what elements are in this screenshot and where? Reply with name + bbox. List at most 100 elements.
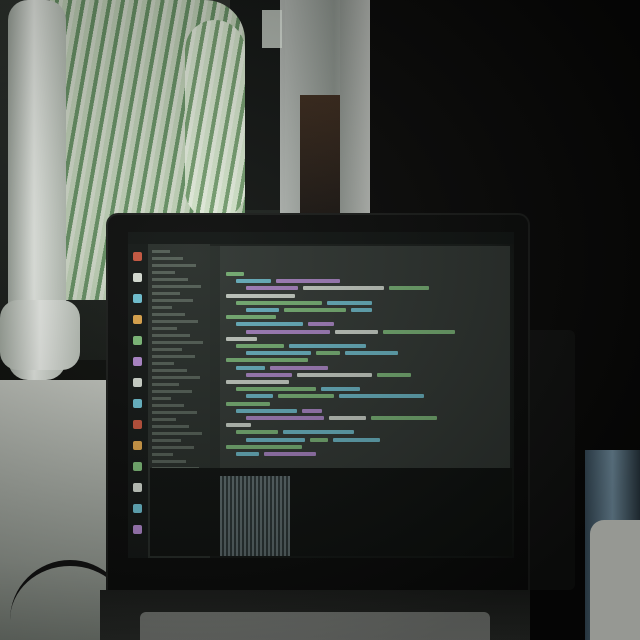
sidebar-entry [152,390,192,393]
code-token [264,452,316,456]
sidebar-entry [152,362,174,365]
sidebar-entry [152,432,202,435]
code-token [226,293,295,298]
code-token [270,365,328,370]
sidebar-entry [152,369,187,372]
code-token [236,452,259,456]
app-launcher [128,244,148,558]
line-gutter [210,246,220,468]
sidebar-entry [152,285,201,288]
code-token [302,408,322,413]
code-token [246,329,330,334]
code-token [327,300,372,305]
code-token [246,437,305,442]
code-token [226,380,289,384]
code-token [389,286,429,291]
code-token [226,315,276,320]
code-token [339,394,424,399]
code-token [236,430,278,435]
launcher-icon [133,483,142,492]
code-token [316,351,340,356]
sidebar-entry [152,292,180,295]
code-token [246,308,279,312]
code-token [236,365,265,370]
launcher-icon [133,273,142,282]
code-token [236,344,284,348]
code-token [246,416,324,420]
screen-topbar [128,232,514,244]
terminal-panel [150,468,512,556]
sidebar-entry [152,299,193,302]
sidebar-entry [152,320,198,323]
sidebar-entry [152,306,172,309]
code-token [321,387,360,392]
sidebar-entry [152,334,190,337]
launcher-icon [133,357,142,366]
code-token [226,401,270,406]
person-arm [185,20,245,220]
code-token [236,322,303,327]
sidebar-entry [152,271,175,274]
code-token [335,329,378,334]
sidebar-entry [152,411,197,414]
launcher-icon [133,336,142,345]
code-editor [210,246,510,468]
sidebar-entry [152,446,194,449]
sidebar-entry [152,397,171,400]
sidebar-entry [152,341,203,344]
code-token [351,308,372,312]
code-token [226,336,257,341]
code-token [276,279,340,284]
sidebar-entry [152,376,200,379]
background-light [262,10,282,48]
sidebar-entry [152,425,189,428]
launcher-icon [133,504,142,513]
launcher-icon [133,378,142,387]
code-token [383,329,455,334]
sidebar-entry [152,313,185,316]
code-token [226,358,308,363]
sidebar-entry [152,264,196,267]
code-token [329,416,366,420]
code-token [333,437,380,442]
code-token [377,372,411,377]
sidebar-entry [152,418,176,421]
sidebar-entry [152,250,170,253]
code-token [303,286,384,291]
terminal-output [220,476,290,556]
launcher-icon [133,420,142,429]
sidebar-entry [152,439,181,442]
code-token [246,351,311,356]
launcher-icon [133,462,142,471]
laptop-keyboard-edge [140,612,490,640]
white-object [590,520,640,640]
code-token [283,430,354,435]
code-token [236,279,271,284]
photo-scene [0,0,640,640]
launcher-icon [133,441,142,450]
code-token [371,416,437,420]
code-token [246,286,298,291]
code-token [246,372,292,377]
code-token [236,387,316,392]
sidebar-entry [152,327,177,330]
sidebar-entry [152,460,186,463]
sidebar-entry [152,404,184,407]
background-object [300,95,340,215]
code-token [226,272,244,276]
laptop-screen [128,232,514,558]
code-token [297,372,372,377]
launcher-icon [133,399,142,408]
pipe-joint [0,300,80,370]
sidebar-entry [152,355,195,358]
code-token [308,322,334,327]
launcher-icon [133,252,142,261]
code-token [284,308,346,312]
code-token [289,344,366,348]
code-token [278,394,334,399]
sidebar-entry [152,348,182,351]
sidebar-entry [152,453,173,456]
sidebar-entry [152,278,188,281]
code-token [226,444,302,449]
launcher-icon [133,294,142,303]
